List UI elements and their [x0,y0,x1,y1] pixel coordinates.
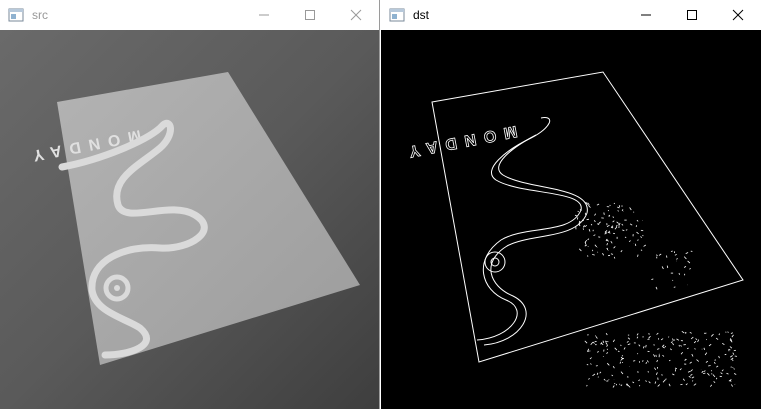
maximize-button[interactable] [669,0,715,30]
maximize-button[interactable] [287,0,333,30]
edge-speck [672,338,674,340]
edge-speck [603,212,605,215]
edge-speck [684,332,687,334]
edge-speck [658,353,660,355]
edge-speck [715,377,718,380]
maximize-icon [687,10,697,20]
src-window: src MONDAY [0,0,380,409]
minimize-icon [259,14,269,16]
edge-speck [733,368,735,370]
edge-speck [673,286,676,288]
edge-speck [635,225,638,227]
edge-speck [645,344,647,348]
src-titlebar[interactable]: src [0,0,379,30]
minimize-button[interactable] [241,0,287,30]
edge-speck [597,376,599,378]
edge-speck [685,358,687,361]
window-title: dst [413,8,430,22]
dst-edge-image: MONDAY [381,30,761,409]
edge-speck [586,384,588,387]
close-icon [732,9,744,21]
edge-speck [710,370,713,372]
dst-titlebar[interactable]: dst [381,0,761,30]
edge-speck [667,336,670,338]
edge-speck [638,384,641,387]
app-window-icon [389,8,405,22]
edge-background [381,30,761,409]
edge-speck [655,354,657,357]
edge-speck [670,250,673,252]
src-image: MONDAY [0,30,379,409]
edge-speck [678,272,680,275]
close-button[interactable] [715,0,761,30]
close-icon [350,9,362,21]
edge-speck [620,344,622,347]
minimize-icon [641,14,651,16]
edge-speck [708,365,711,367]
edge-speck [613,202,616,205]
edge-speck [642,360,644,362]
edge-speck [597,251,599,253]
edge-speck [586,218,590,221]
edge-speck [691,380,694,382]
minimize-button[interactable] [623,0,669,30]
src-image-canvas: MONDAY [0,30,379,409]
dst-image-canvas: MONDAY [381,30,761,409]
edge-speck [625,229,628,231]
edge-speck [642,234,644,237]
maximize-icon [305,10,315,20]
window-title: src [32,8,48,22]
edge-speck [619,383,621,385]
edge-speck [618,205,621,208]
card-dot-mark [114,285,120,291]
app-window-icon [8,8,24,22]
edge-speck [665,378,667,380]
close-button[interactable] [333,0,379,30]
edge-speck [612,232,616,235]
edge-speck [633,360,636,362]
edge-speck [711,373,713,375]
dst-window: dst MONDAY [381,0,761,409]
